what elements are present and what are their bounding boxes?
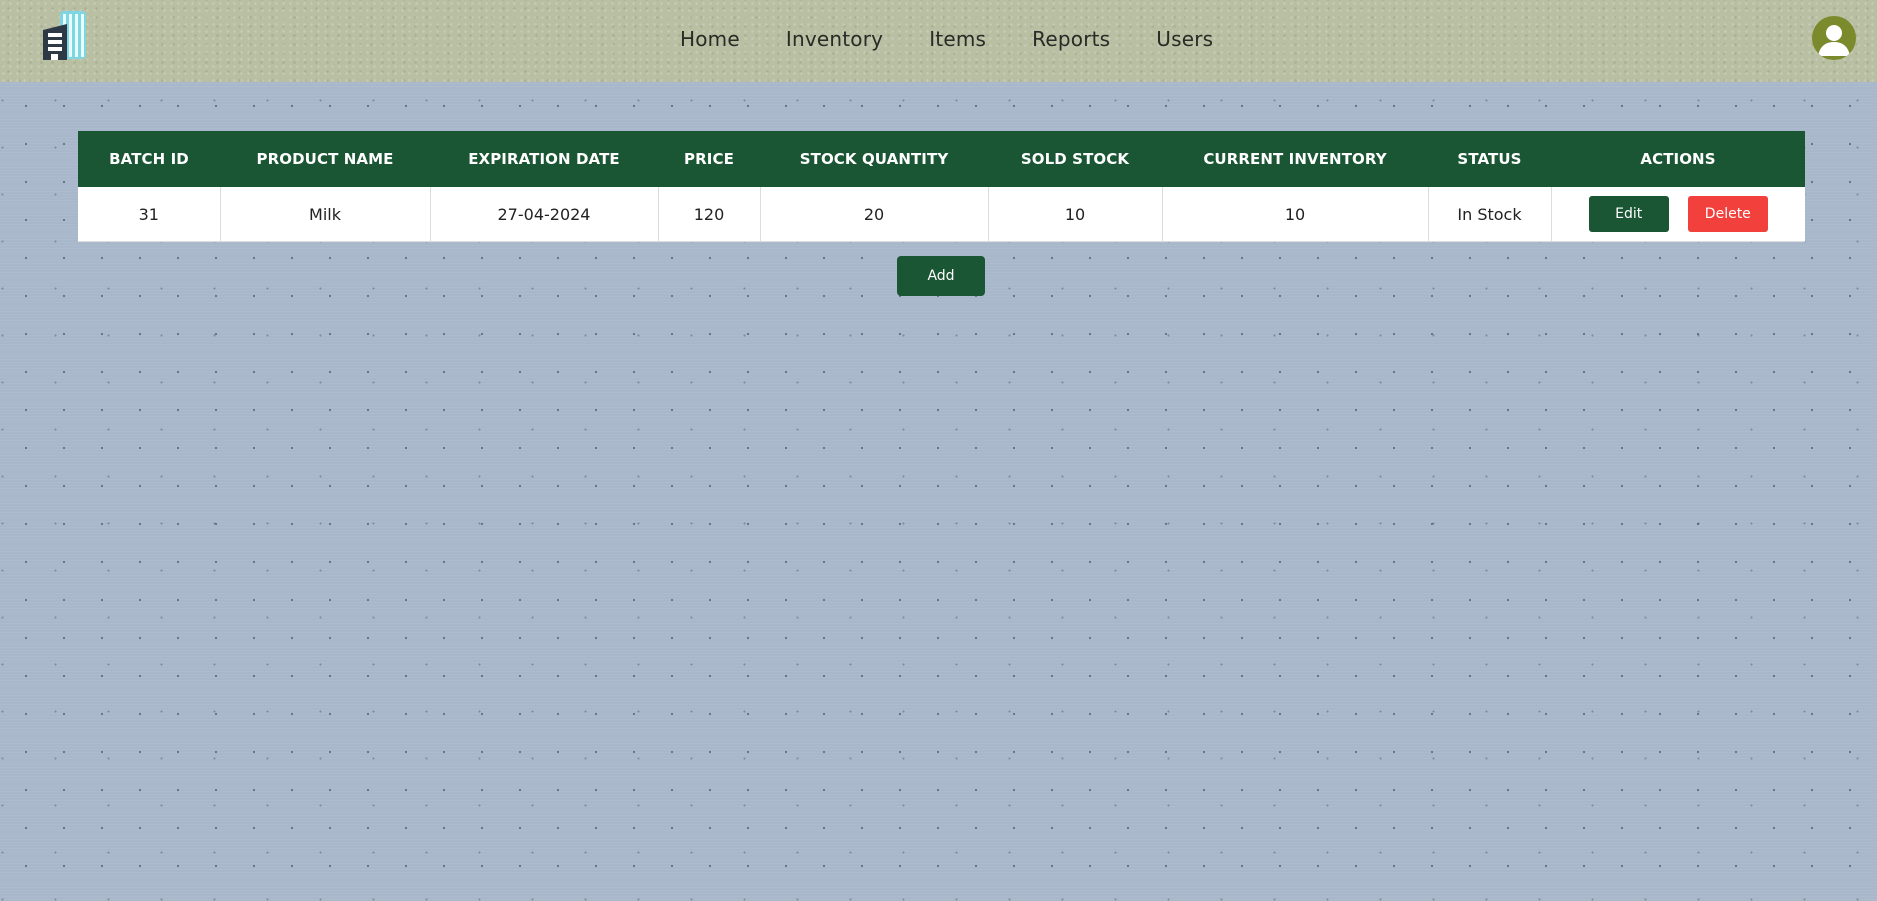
user-avatar-icon[interactable] [1812, 16, 1856, 60]
cell-product-name: Milk [220, 187, 431, 242]
nav-users[interactable]: Users [1156, 27, 1213, 51]
cell-price: 120 [658, 187, 761, 242]
col-header-product-name: PRODUCT NAME [220, 131, 430, 187]
building-logo-icon[interactable] [40, 8, 88, 62]
cell-current-inventory: 10 [1162, 187, 1429, 242]
nav-reports[interactable]: Reports [1032, 27, 1110, 51]
inventory-table-container: BATCH ID PRODUCT NAME EXPIRATION DATE PR… [78, 131, 1805, 242]
edit-button[interactable]: Edit [1588, 196, 1669, 232]
nav-inventory[interactable]: Inventory [786, 27, 883, 51]
col-header-expiration-date: EXPIRATION DATE [430, 131, 658, 187]
col-header-sold-stock: SOLD STOCK [988, 131, 1162, 187]
col-header-actions: ACTIONS [1551, 131, 1805, 187]
table-header-row: BATCH ID PRODUCT NAME EXPIRATION DATE PR… [78, 131, 1805, 187]
add-button[interactable]: Add [897, 256, 985, 296]
nav-items[interactable]: Items [929, 27, 986, 51]
cell-expiration-date: 27-04-2024 [430, 187, 659, 242]
main-nav: Home Inventory Items Reports Users [680, 0, 1213, 78]
cell-status: In Stock [1428, 187, 1552, 242]
cell-actions: Edit Delete [1551, 187, 1805, 242]
inventory-table: BATCH ID PRODUCT NAME EXPIRATION DATE PR… [78, 131, 1805, 242]
cell-sold-stock: 10 [988, 187, 1163, 242]
col-header-current-inventory: CURRENT INVENTORY [1162, 131, 1428, 187]
cell-stock-quantity: 20 [760, 187, 989, 242]
col-header-batch-id: BATCH ID [78, 131, 220, 187]
nav-home[interactable]: Home [680, 27, 740, 51]
col-header-stock-quantity: STOCK QUANTITY [760, 131, 988, 187]
table-row: 31 Milk 27-04-2024 120 20 10 10 In Stock… [78, 187, 1805, 242]
col-header-status: STATUS [1428, 131, 1551, 187]
cell-batch-id: 31 [78, 187, 221, 242]
col-header-price: PRICE [658, 131, 760, 187]
top-navbar: Home Inventory Items Reports Users [0, 0, 1877, 82]
delete-button[interactable]: Delete [1687, 196, 1768, 232]
